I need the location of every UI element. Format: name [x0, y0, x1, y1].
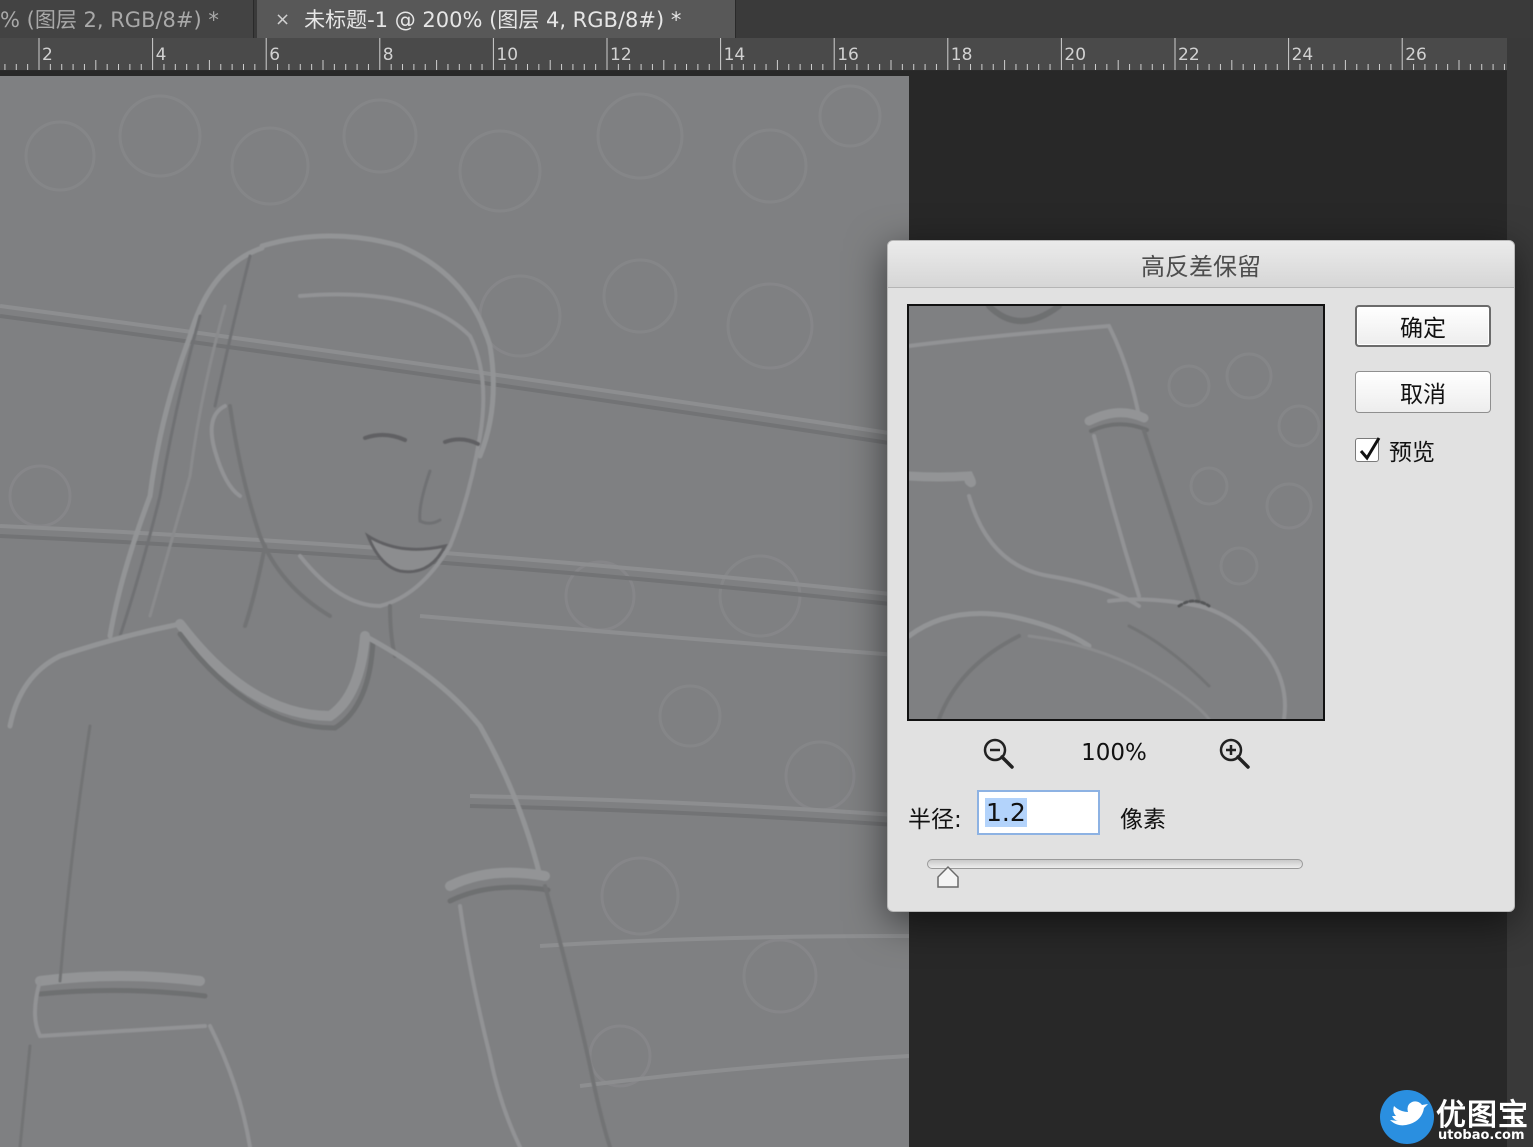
ruler-label: 20 [1064, 45, 1087, 65]
close-icon[interactable]: × [275, 9, 290, 30]
zoom-out-icon[interactable] [982, 737, 1016, 775]
ruler-label: 14 [723, 45, 746, 65]
checkmark-icon [1359, 437, 1381, 461]
ok-button[interactable]: 确定 [1355, 305, 1491, 347]
preview-image [909, 306, 1323, 719]
document-canvas[interactable] [0, 76, 909, 1147]
document-tab-bar: % (图层 2, RGB/8#) * × 未标题-1 @ 200% (图层 4,… [0, 0, 1533, 39]
ruler-label: 10 [496, 45, 519, 65]
ruler-label: 6 [269, 45, 281, 65]
ruler-label: 2 [42, 45, 53, 65]
ruler-label: 8 [382, 45, 394, 65]
ruler-label: 12 [610, 45, 632, 65]
ruler-label: 24 [1291, 45, 1314, 65]
watermark: 优图宝 utobao.com [1378, 1086, 1533, 1147]
ruler-label: 16 [837, 45, 859, 65]
horizontal-ruler[interactable]: 2 4 6 8 10 12 14 16 18 20 22 24 26 [0, 38, 1507, 71]
zoom-level: 100% [1081, 740, 1147, 766]
dialog-titlebar[interactable]: 高反差保留 [888, 241, 1514, 288]
dialog-title: 高反差保留 [1141, 252, 1261, 281]
canvas-image [0, 76, 909, 1147]
radius-slider-thumb[interactable] [936, 865, 960, 893]
cancel-button[interactable]: 取消 [1355, 371, 1491, 413]
tab-label: 未标题-1 @ 200% (图层 4, RGB/8#) * [304, 8, 682, 32]
tab-label: % (图层 2, RGB/8#) * [0, 8, 219, 32]
bird-logo-icon [1380, 1090, 1434, 1144]
zoom-in-icon[interactable] [1218, 737, 1252, 775]
preview-checkbox-row[interactable]: 预览 [1355, 433, 1435, 467]
radius-slider-track[interactable] [927, 859, 1303, 869]
ruler-label: 18 [950, 45, 973, 65]
ruler-label: 22 [1178, 45, 1200, 65]
ruler-label: 4 [155, 45, 167, 65]
preview-checkbox[interactable] [1355, 437, 1381, 462]
high-pass-dialog: 高反差保留 确定 取消 预览 100% 半径: 1.2 像素 [887, 240, 1515, 912]
radius-input[interactable]: 1.2 [977, 790, 1100, 835]
ruler-ticks [4, 38, 1505, 70]
radius-label: 半径: [908, 807, 962, 833]
ruler-label: 26 [1405, 45, 1427, 65]
preview-checkbox-label: 预览 [1389, 440, 1435, 466]
filter-preview[interactable] [907, 304, 1325, 721]
tab-untitled-1-document[interactable]: × 未标题-1 @ 200% (图层 4, RGB/8#) * [257, 0, 736, 38]
radius-value: 1.2 [985, 798, 1027, 827]
watermark-url: utobao.com [1438, 1128, 1525, 1143]
tab-layer-2-document[interactable]: % (图层 2, RGB/8#) * [0, 0, 254, 38]
pixel-unit-label: 像素 [1120, 807, 1166, 833]
